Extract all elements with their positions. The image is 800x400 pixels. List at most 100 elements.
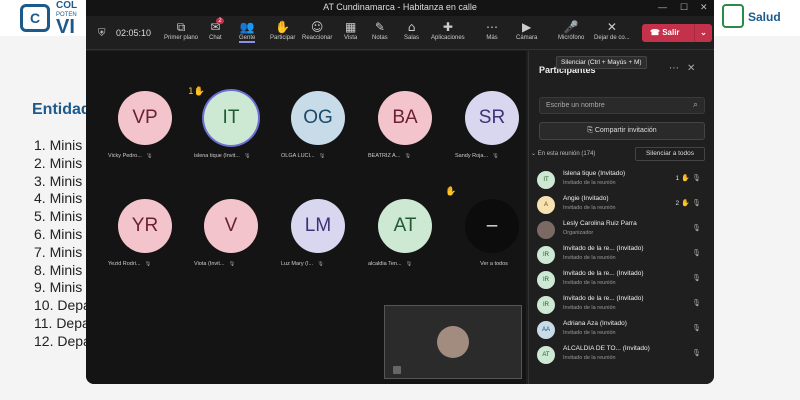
more-options-icon[interactable]: ⋯: [669, 63, 679, 74]
toolbar-view-button[interactable]: ▦ Vista: [344, 20, 357, 41]
participant-name-text: Ver a todos: [480, 261, 508, 267]
toolbar-button-label: Reaccionar: [302, 35, 333, 41]
avatar: –: [465, 199, 519, 253]
apps-icon: ✚: [442, 20, 453, 34]
toolbar-button-label: Dejar de co...: [594, 35, 630, 41]
participant-row[interactable]: AA Adriana Aza (Invitado) Invitado de la r…: [537, 319, 713, 341]
close-panel-icon[interactable]: ✕: [687, 63, 695, 74]
slide-list-item: 6. Minis: [34, 225, 83, 242]
in-meeting-section[interactable]: ⌄ En esta reunión (174): [531, 150, 595, 157]
participant-tile[interactable]: AT alcaldia Ten... 🎙: [362, 195, 446, 275]
slide-list: 1. Minis 2. Minis 3. Minis 4. Minis 5. Minis…: [34, 137, 91, 351]
toolbar-notes-button[interactable]: ✎ Notas: [372, 20, 388, 41]
participant-row[interactable]: A Angie (Invitado) Invitado de la reunión 2…: [537, 194, 713, 216]
mic-muted-icon[interactable]: 🎙: [692, 349, 701, 357]
participant-row[interactable]: Lesly Carolina Ruiz Parra Organizador 🎙: [537, 219, 713, 241]
avatar: BA: [378, 91, 432, 145]
toolbar-focus-button[interactable]: ⧉ Primer plano: [164, 20, 198, 41]
toolbar-react-button[interactable]: ☺ Reaccionar: [302, 20, 332, 41]
participant-tile[interactable]: BA BEATRIZ A... 🎙: [362, 87, 446, 167]
participant-row[interactable]: IR Invitado de la re... (Invitado) Invitad…: [537, 294, 713, 316]
avatar: SR: [465, 91, 519, 145]
participant-tile[interactable]: – ✋ Ver a todos: [445, 187, 533, 275]
participant-role: Invitado de la reunión: [563, 355, 616, 361]
avatar: AA: [537, 321, 555, 339]
toolbar-raise-hand-button[interactable]: ✋ Participar: [270, 20, 295, 41]
self-view-video[interactable]: [384, 305, 522, 379]
toolbar-stop-share-button[interactable]: ✕ Dejar de co...: [594, 20, 630, 41]
ministry-name: Salud: [748, 10, 781, 24]
participant-tile[interactable]: LM Luz Mary (I... 🎙: [275, 195, 359, 275]
participant-role: Invitado de la reunión: [563, 330, 616, 336]
participant-name-text: Sandy Roja...: [455, 153, 489, 159]
meeting-toolbar: ⛨ 02:05:10 ⧉ Primer plano ✉ Chat 2 👥 Gente ✋ Par…: [86, 16, 714, 50]
toolbar-button-label: Primer plano: [164, 35, 199, 41]
participant-row[interactable]: IT Islena tique (Invitado) Invitado de la …: [537, 169, 713, 191]
participant-tile[interactable]: SR Sandy Roja... 🎙: [449, 87, 533, 167]
maximize-icon[interactable]: ☐: [680, 2, 688, 13]
participant-tile[interactable]: IT 1✋ islena tique (Invit... 🎙: [188, 87, 272, 167]
minimize-icon[interactable]: —: [658, 2, 667, 12]
participant-tile[interactable]: OG OLGA LUCI... 🎙: [275, 87, 359, 167]
mic-muted-icon[interactable]: 🎙: [692, 299, 701, 307]
mic-muted-icon[interactable]: 🎙: [692, 174, 701, 182]
mic-muted-icon[interactable]: 🎙: [692, 199, 701, 207]
toolbar-more-button[interactable]: ⋯ Más: [486, 20, 498, 41]
mic-muted-icon[interactable]: 🎙: [692, 224, 701, 232]
slide-list-item: 4. Minis: [34, 190, 83, 207]
toolbar-mic-button[interactable]: 🎤 Micrófono: [558, 20, 584, 41]
participant-row[interactable]: IR Invitado de la re... (Invitado) Invitad…: [537, 244, 713, 266]
participant-name-text: islena tique (Invit...: [194, 153, 240, 159]
camera-icon: ▶: [522, 20, 532, 34]
participant-tile[interactable]: V Viota (Invit... 🎙: [188, 195, 272, 275]
chevron-down-icon[interactable]: ⌄: [694, 24, 712, 42]
toolbar-apps-button[interactable]: ✚ Aplicaciones: [431, 20, 465, 41]
mute-all-button[interactable]: Silenciar a todos: [635, 147, 705, 161]
participant-tile[interactable]: YR Yezid Rodri... 🎙: [102, 195, 186, 275]
participant-search-input[interactable]: Escribe un nombre ⌕: [539, 97, 705, 114]
window-close-icon[interactable]: ✕: [700, 2, 708, 13]
mic-muted-icon: 🎙: [144, 261, 152, 267]
participant-name: ALCALDIA DE TO... (Invitado): [563, 345, 650, 352]
toolbar-people-button[interactable]: 👥 Gente: [239, 20, 256, 43]
slide-list-item: 5. Minis: [34, 208, 83, 225]
mic-icon: 🎤: [563, 20, 579, 34]
avatar: IT: [204, 91, 258, 145]
raised-hand-icon: ✋: [681, 199, 693, 207]
shield-icon[interactable]: ⛨: [98, 28, 106, 39]
participant-name: Viota (Invit... 🎙: [194, 261, 272, 267]
avatar: OG: [291, 91, 345, 145]
toolbar-button-label: Chat: [209, 35, 222, 41]
avatar: VP: [118, 91, 172, 145]
avatar: V: [204, 199, 258, 253]
participant-name: Invitado de la re... (Invitado): [563, 270, 644, 277]
share-invite-button[interactable]: ⎘ Compartir invitación: [539, 122, 705, 140]
toolbar-rooms-button[interactable]: ⌂ Salas: [404, 20, 419, 41]
participant-tile[interactable]: VP Vicky Pedro... 🎙: [102, 87, 186, 167]
avatar: AT: [378, 199, 432, 253]
hand-queue-number: 2: [675, 200, 680, 207]
share-icon: ⎘: [587, 127, 595, 134]
unread-badge: 2: [216, 18, 224, 24]
mic-muted-icon[interactable]: 🎙: [692, 249, 701, 257]
ministry-seal-icon: [722, 4, 744, 28]
participant-role: Invitado de la reunión: [563, 205, 616, 211]
toolbar-button-label: Participar: [270, 35, 296, 41]
expand-icon[interactable]: [393, 366, 401, 374]
avatar: IR: [537, 296, 555, 314]
participant-name: islena tique (Invit... 🎙: [194, 153, 272, 159]
participant-row[interactable]: IR Invitado de la re... (Invitado) Invitad…: [537, 269, 713, 291]
toolbar-button-label: Vista: [344, 35, 358, 41]
leave-button[interactable]: ☎ Salir ⌄: [642, 24, 712, 42]
participant-row[interactable]: AT ALCALDIA DE TO... (Invitado) Invitado d…: [537, 344, 713, 366]
mic-muted-icon[interactable]: 🎙: [692, 274, 701, 282]
participant-name: Invitado de la re... (Invitado): [563, 245, 644, 252]
mic-muted-icon: 🎙: [243, 153, 251, 159]
participant-name: Lesly Carolina Ruiz Parra: [563, 220, 637, 227]
toolbar-camera-button[interactable]: ▶ Cámara: [516, 20, 537, 41]
participant-role: Invitado de la reunión: [563, 305, 616, 311]
participant-name-text: alcaldia Ten...: [368, 261, 402, 267]
toolbar-chat-button[interactable]: ✉ Chat 2: [209, 18, 224, 41]
mic-muted-icon: 🎙: [492, 153, 500, 159]
mic-muted-icon[interactable]: 🎙: [692, 324, 701, 332]
